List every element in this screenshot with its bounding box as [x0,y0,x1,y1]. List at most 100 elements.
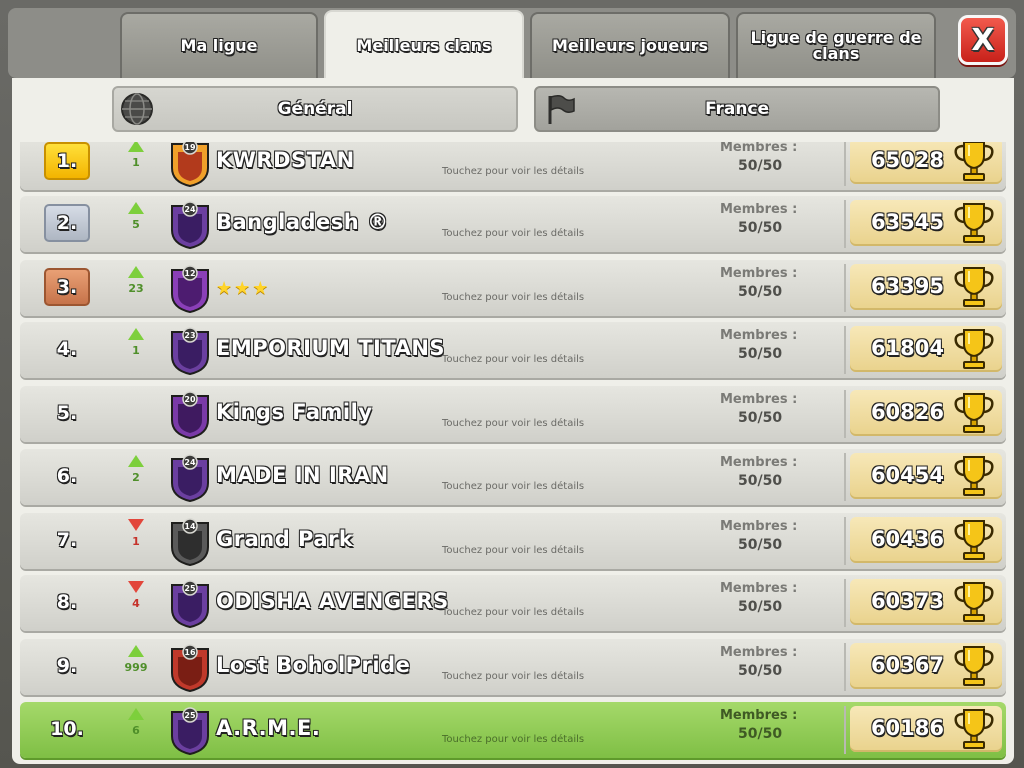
trophy-count: 60367 [870,653,944,677]
clan-row[interactable]: 4. 1 23 EMPORIUM TITANS Touchez pour voir le… [20,322,1006,378]
rank-badge: 9. [44,647,90,685]
trend-up-arrow-icon [128,328,144,340]
members-label: Membres : [720,455,798,470]
details-hint: Touchez pour voir les détails [442,228,585,239]
members-count: 50/50 [738,410,783,426]
divider [844,453,846,501]
tab-my-league[interactable]: Ma ligue [120,12,318,78]
clan-badge-icon: 20 [171,391,209,440]
trophy-icon [954,142,994,181]
trophy-count: 60373 [870,589,944,613]
rank-change-value: 1 [132,344,140,357]
clan-name: ODISHA AVENGERS [216,589,449,613]
clan-badge-icon: 24 [171,454,209,503]
trend-down-arrow-icon [128,519,144,531]
rank-change: 999 [122,645,150,689]
clan-row[interactable]: 10. 6 25 A.R.M.E. Touchez pour voir les déta… [20,702,1006,758]
rank-change-value: 2 [132,471,140,484]
clan-row[interactable]: 3. 23 12 ★★★ Touchez pour voir les détails Me… [20,260,1006,316]
members-label: Membres : [720,328,798,343]
rank-change-value: 1 [132,535,140,548]
trophy-box: 60367 [850,643,1002,689]
close-button[interactable]: X [958,15,1008,65]
clan-row[interactable]: 2. 5 24 Bangladesh ® Touchez pour voir les d… [20,196,1006,252]
clan-row[interactable]: 8. 4 25 ODISHA AVENGERS Touchez pour voir le… [20,575,1006,631]
members-label: Membres : [720,645,798,660]
trophy-box: 60436 [850,517,1002,563]
trend-down-arrow-icon [128,581,144,593]
clan-badge-icon: 16 [171,644,209,693]
trend-up-arrow-icon [128,142,144,152]
clan-name: MADE IN IRAN [216,463,389,487]
tab-top-players[interactable]: Meilleurs joueurs [530,12,730,78]
filter-label: France [704,99,770,119]
filter-local[interactable]: France [534,86,940,132]
clan-level: 24 [184,205,196,214]
details-hint: Touchez pour voir les détails [442,545,585,556]
trophy-box: 60186 [850,706,1002,752]
trophy-count: 60186 [870,716,944,740]
rank-badge: 7. [44,521,90,559]
rank-badge: 5. [44,394,90,432]
rank-change-value: 1 [132,156,140,169]
rank-change: 23 [122,266,150,310]
rank-change: 1 [122,142,150,184]
clan-badge-icon: 23 [171,327,209,376]
trophy-icon [954,582,994,622]
details-hint: Touchez pour voir les détails [442,671,585,682]
rank-change: 1 [122,328,150,372]
clan-level: 20 [184,395,196,404]
clan-badge-icon: 25 [171,580,209,629]
trophy-count: 60436 [870,527,944,551]
trophy-count: 63395 [870,274,944,298]
rank-number: 8. [56,591,78,613]
details-hint: Touchez pour voir les détails [442,166,585,177]
clan-list[interactable]: 1. 1 19 KWRDSTAN Touchez pour voir les détai… [12,142,1014,764]
rank-number: 1. [56,150,78,172]
clan-name: EMPORIUM TITANS [216,336,446,360]
rank-number: 2. [56,212,78,234]
tab-clan-war-league[interactable]: Ligue de guerre de clans [736,12,936,78]
divider [844,390,846,438]
rank-badge: 3. [44,268,90,306]
members-count: 50/50 [738,473,783,489]
trophy-count: 60826 [870,400,944,424]
clan-row[interactable]: 1. 1 19 KWRDSTAN Touchez pour voir les détai… [20,142,1006,190]
rank-change-value: 4 [132,597,140,610]
members-count: 50/50 [738,599,783,615]
trophy-icon [954,520,994,560]
details-hint: Touchez pour voir les détails [442,354,585,365]
tab-label: Ligue de guerre de clans [750,28,922,63]
rank-number: 10. [50,718,84,740]
clan-row[interactable]: 7. 1 14 Grand Park Touchez pour voir les dét… [20,513,1006,569]
divider [844,326,846,374]
tab-top-clans[interactable]: Meilleurs clans [324,10,524,80]
trend-up-arrow-icon [128,708,144,720]
trophy-box: 60373 [850,579,1002,625]
divider [844,579,846,627]
clan-name: Lost BoholPride [216,653,411,677]
members-label: Membres : [720,708,798,723]
trend-up-arrow-icon [128,645,144,657]
trophy-count: 63545 [870,210,944,234]
rank-badge: 1. [44,142,90,180]
clan-badge-icon: 25 [171,707,209,756]
divider [844,200,846,248]
clan-name: Kings Family [216,400,373,424]
clan-badge-icon: 24 [171,201,209,250]
flag-icon [548,94,575,124]
clan-row[interactable]: 9. 999 16 Lost BoholPride Touchez pour voir … [20,639,1006,695]
tab-label: Meilleurs joueurs [552,36,708,55]
filter-global[interactable]: Général [112,86,518,132]
members-count: 50/50 [738,537,783,553]
rank-badge: 4. [44,330,90,368]
trophy-count: 65028 [870,148,944,172]
tab-label: Meilleurs clans [356,36,492,55]
clan-level: 25 [184,584,196,593]
rank-badge: 2. [44,204,90,242]
rank-change: 2 [122,455,150,499]
clan-row[interactable]: 6. 2 24 MADE IN IRAN Touchez pour voir les d… [20,449,1006,505]
clan-row[interactable]: 5. 20 Kings Family Touchez pour voir les dé… [20,386,1006,442]
rank-number: 6. [56,465,78,487]
rank-change: 6 [122,708,150,752]
